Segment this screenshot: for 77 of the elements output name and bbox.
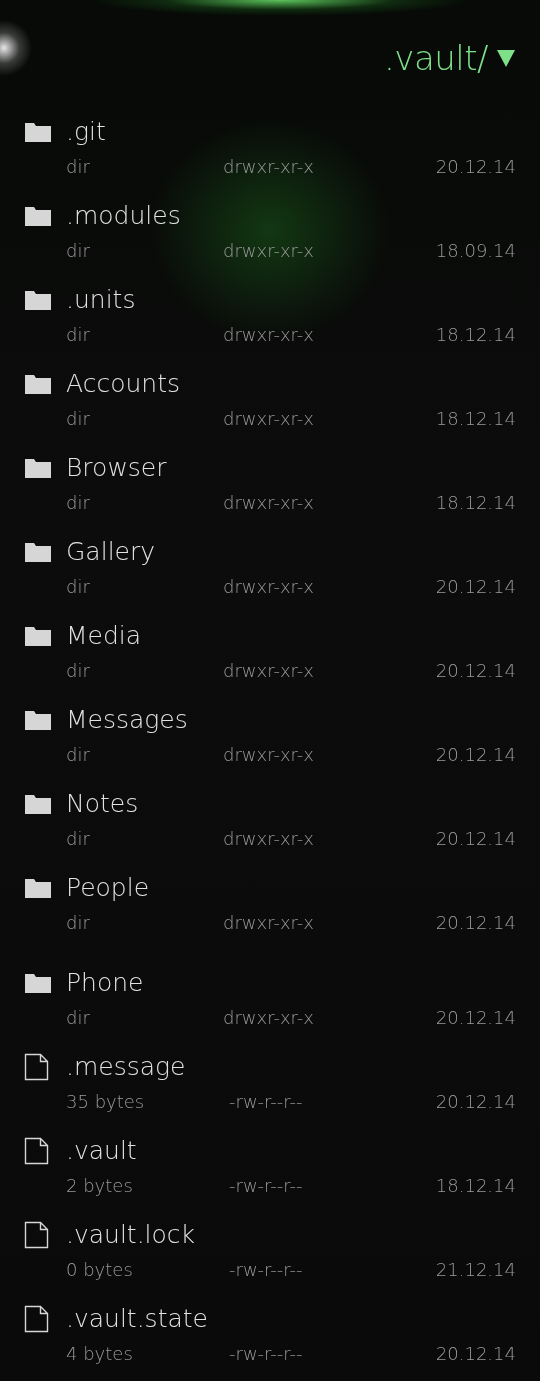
permissions: -rw-r--r-- — [228, 1342, 304, 1366]
modified-date: 21.12.14 — [435, 1258, 516, 1282]
file-size: dir — [66, 491, 91, 515]
file-size: dir — [66, 1006, 91, 1030]
folder-icon — [24, 205, 52, 227]
modified-date: 20.12.14 — [435, 155, 516, 179]
file-name[interactable]: .modules — [66, 196, 516, 236]
permissions: drwxr-xr-x — [223, 239, 315, 263]
file-name[interactable]: Gallery — [66, 532, 516, 572]
file-name[interactable]: .git — [66, 112, 516, 152]
file-icon — [24, 1053, 50, 1081]
permissions: drwxr-xr-x — [223, 827, 315, 851]
permissions: -rw-r--r-- — [228, 1174, 304, 1198]
folder-icon — [24, 289, 52, 311]
file-name[interactable]: Messages — [66, 700, 516, 740]
file-name[interactable]: .units — [66, 280, 516, 320]
folder-icon — [24, 972, 52, 994]
file-icon — [24, 1305, 50, 1333]
modified-date: 20.12.14 — [435, 1090, 516, 1114]
file-name[interactable]: Accounts — [66, 364, 516, 404]
permissions: drwxr-xr-x — [223, 911, 315, 935]
file-size: 35 bytes — [66, 1090, 146, 1114]
file-size: dir — [66, 407, 91, 431]
file-name[interactable]: .vault — [66, 1131, 516, 1171]
permissions: drwxr-xr-x — [223, 743, 315, 767]
file-name[interactable]: Notes — [66, 784, 516, 824]
modified-date: 18.12.14 — [435, 407, 516, 431]
modified-date: 18.12.14 — [435, 491, 516, 515]
modified-date: 18.12.14 — [435, 1174, 516, 1198]
modified-date: 20.12.14 — [435, 659, 516, 683]
modified-date: 18.09.14 — [435, 239, 516, 263]
permissions: drwxr-xr-x — [223, 155, 315, 179]
modified-date: 20.12.14 — [435, 911, 516, 935]
file-name[interactable]: Browser — [66, 448, 516, 488]
file-size: 4 bytes — [66, 1342, 134, 1366]
file-name[interactable]: .vault.state — [66, 1299, 516, 1339]
folder-icon — [24, 541, 52, 563]
file-size: dir — [66, 239, 91, 263]
folder-icon — [24, 877, 52, 899]
dropdown-icon[interactable] — [496, 48, 516, 68]
permissions: drwxr-xr-x — [223, 491, 315, 515]
modified-date: 20.12.14 — [435, 1342, 516, 1366]
folder-icon — [24, 121, 52, 143]
modified-date: 20.12.14 — [435, 1006, 516, 1030]
permissions: drwxr-xr-x — [223, 659, 315, 683]
permissions: drwxr-xr-x — [223, 575, 315, 599]
folder-icon — [24, 793, 52, 815]
file-size: 0 bytes — [66, 1258, 134, 1282]
folder-icon — [24, 457, 52, 479]
permissions: drwxr-xr-x — [223, 323, 315, 347]
file-icon — [24, 1221, 50, 1249]
file-size: dir — [66, 323, 91, 347]
modified-date: 18.12.14 — [435, 323, 516, 347]
folder-title[interactable]: .vault/ — [383, 38, 488, 78]
file-size: dir — [66, 659, 91, 683]
modified-date: 20.12.14 — [435, 827, 516, 851]
folder-icon — [24, 625, 52, 647]
file-size: dir — [66, 155, 91, 179]
file-size: dir — [66, 743, 91, 767]
file-name[interactable]: .vault.lock — [66, 1215, 516, 1255]
folder-icon — [24, 373, 52, 395]
file-name[interactable]: .message — [66, 1047, 516, 1087]
folder-icon — [24, 709, 52, 731]
modified-date: 20.12.14 — [435, 743, 516, 767]
file-icon — [24, 1137, 50, 1165]
permissions: -rw-r--r-- — [228, 1090, 304, 1114]
permissions: drwxr-xr-x — [223, 1006, 315, 1030]
file-size: dir — [66, 911, 91, 935]
file-name[interactable]: Phone — [66, 963, 516, 1003]
file-name[interactable]: Media — [66, 616, 516, 656]
file-size: dir — [66, 827, 91, 851]
permissions: drwxr-xr-x — [223, 407, 315, 431]
file-size: dir — [66, 575, 91, 599]
permissions: -rw-r--r-- — [228, 1258, 304, 1282]
file-name[interactable]: People — [66, 868, 516, 908]
modified-date: 20.12.14 — [435, 575, 516, 599]
file-size: 2 bytes — [66, 1174, 134, 1198]
